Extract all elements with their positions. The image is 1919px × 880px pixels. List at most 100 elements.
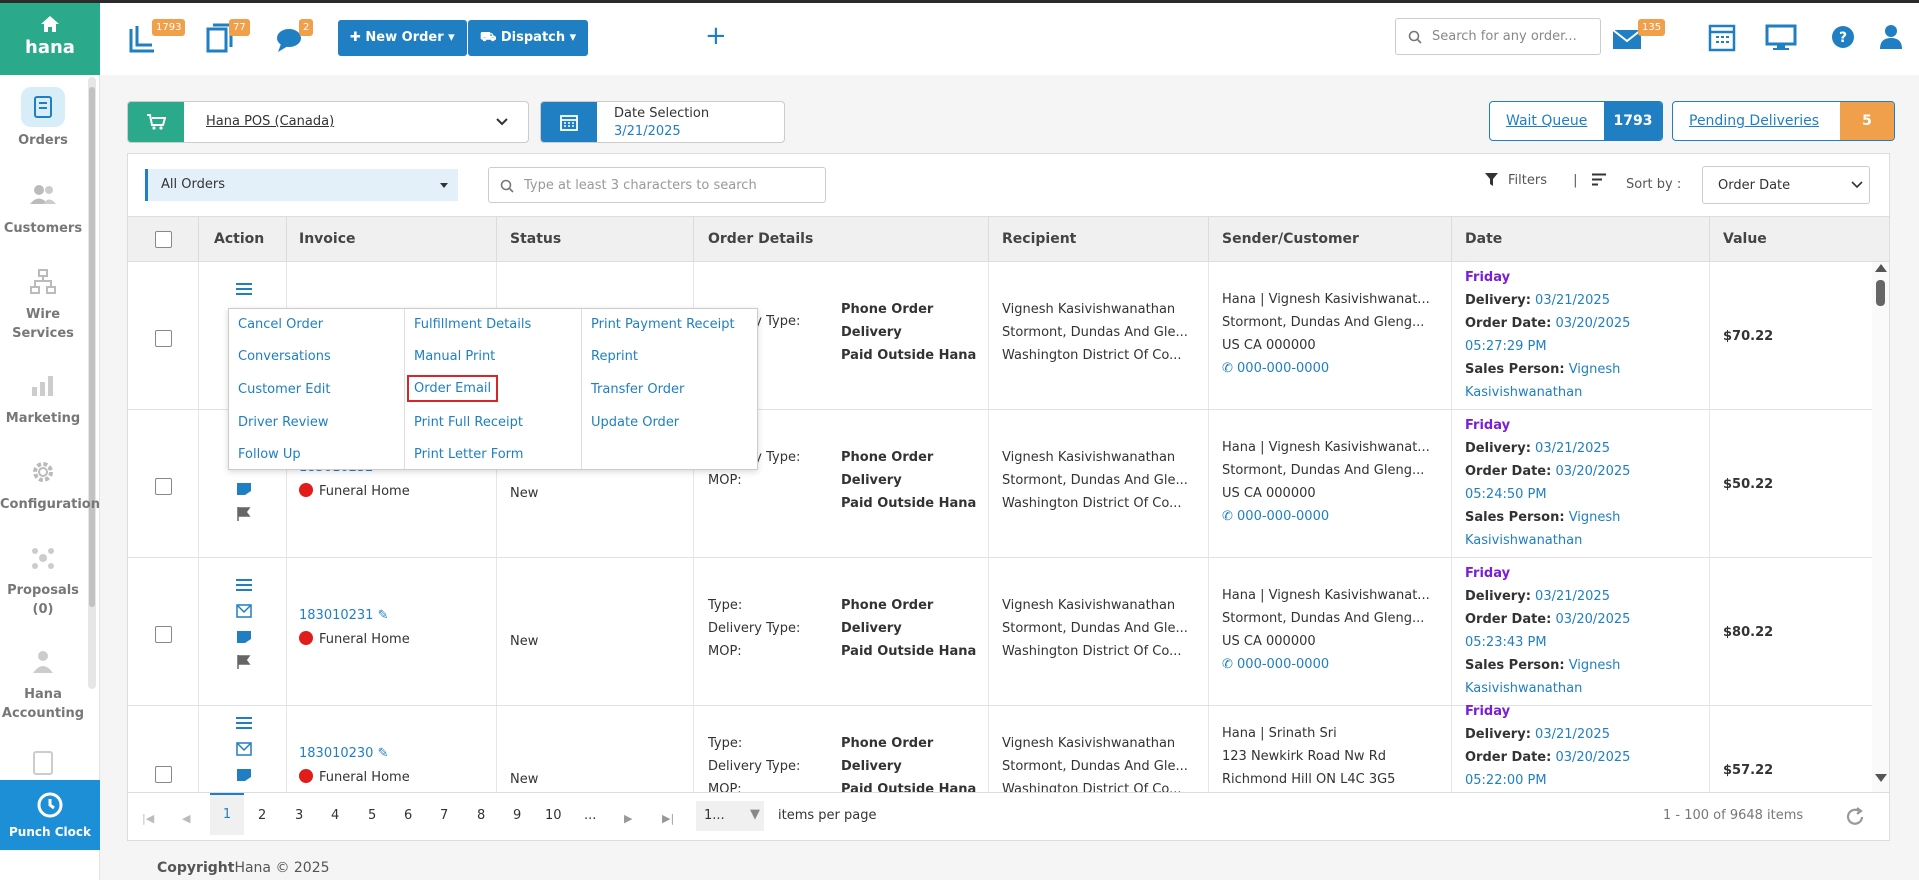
menu-customer-edit[interactable]: Customer Edit <box>238 382 330 397</box>
sender-phone[interactable]: ✆ 000-000-0000 <box>1222 505 1430 528</box>
page-8[interactable]: 8 <box>477 808 485 823</box>
menu-manual-print[interactable]: Manual Print <box>414 349 495 364</box>
order-search-input[interactable]: Search for any order... <box>1395 18 1601 55</box>
select-all-checkbox[interactable] <box>155 231 172 248</box>
row-checkbox[interactable] <box>155 626 172 643</box>
menu-icon[interactable] <box>236 716 252 730</box>
help-icon[interactable]: ? <box>1829 21 1863 57</box>
scroll-down-icon[interactable] <box>1875 774 1887 782</box>
flag-icon[interactable] <box>236 507 252 521</box>
sidebar-item-wire-services[interactable]: Wire Services <box>0 261 86 343</box>
sidebar-item-marketing[interactable]: Marketing <box>0 365 86 428</box>
sidebar-item-customers[interactable]: Customers <box>0 175 86 238</box>
note-icon[interactable] <box>236 482 252 496</box>
pending-deliveries-button[interactable]: Pending Deliveries 5 <box>1672 101 1895 141</box>
page-more[interactable]: ... <box>584 808 596 823</box>
wait-queue-button[interactable]: Wait Queue 1793 <box>1489 101 1663 141</box>
menu-cancel-order[interactable]: Cancel Order <box>238 317 323 332</box>
menu-order-email[interactable]: Order Email <box>407 375 499 402</box>
sidebar-item-orders[interactable]: Orders <box>0 87 86 150</box>
page-7[interactable]: 7 <box>440 808 448 823</box>
page-1[interactable]: 1 <box>210 793 244 835</box>
orders-stack-icon[interactable]: 77 <box>205 19 250 57</box>
last-page-icon[interactable]: ▶| <box>662 812 674 825</box>
page-2[interactable]: 2 <box>258 808 266 823</box>
punch-clock-button[interactable]: Punch Clock <box>0 780 100 850</box>
add-icon[interactable]: + <box>705 21 727 51</box>
hana-logo[interactable]: hana <box>0 3 100 75</box>
sidebar-item-accounting[interactable]: Hana Accounting <box>0 641 86 723</box>
column-recipient[interactable]: Recipient <box>1002 231 1076 247</box>
dispatch-button[interactable]: ⛟ Dispatch ▾ <box>468 20 589 56</box>
menu-follow-up[interactable]: Follow Up <box>238 447 301 462</box>
column-invoice[interactable]: Invoice <box>299 231 356 247</box>
invoice-link[interactable]: 183010230 ✎ <box>299 746 389 761</box>
menu-icon[interactable] <box>236 282 252 296</box>
column-action[interactable]: Action <box>214 231 264 247</box>
column-sender[interactable]: Sender/Customer <box>1222 231 1359 247</box>
menu-reprint[interactable]: Reprint <box>591 349 638 364</box>
date-selector[interactable]: Date Selection 3/21/2025 <box>540 101 785 143</box>
new-order-button[interactable]: ✚ New Order ▾ <box>338 20 467 56</box>
monitor-icon[interactable] <box>1765 21 1799 57</box>
table-row[interactable]: 183010230 ✎ Funeral Home New Type: Deliv… <box>128 704 1872 792</box>
page-9[interactable]: 9 <box>513 808 521 823</box>
menu-print-full-receipt[interactable]: Print Full Receipt <box>414 415 523 430</box>
scroll-thumb[interactable] <box>1876 280 1885 306</box>
table-row[interactable]: 183010231 ✎ Funeral Home New Type: Deliv… <box>128 558 1872 706</box>
menu-driver-review[interactable]: Driver Review <box>238 415 329 430</box>
menu-conversations[interactable]: Conversations <box>238 349 331 364</box>
calendar-icon[interactable] <box>1708 21 1742 57</box>
grid-scrollbar[interactable] <box>1872 262 1889 792</box>
page-4[interactable]: 4 <box>331 808 339 823</box>
menu-print-letter-form[interactable]: Print Letter Form <box>414 447 523 462</box>
filters-button[interactable]: Filters | <box>1485 173 1606 188</box>
row-checkbox[interactable] <box>155 766 172 783</box>
invoice-link[interactable]: 183010231 ✎ <box>299 608 389 623</box>
envelope-icon[interactable] <box>236 604 252 618</box>
order-time: 05:22:00 PM <box>1465 773 1547 788</box>
user-icon[interactable] <box>1878 21 1912 57</box>
menu-update-order[interactable]: Update Order <box>591 415 679 430</box>
sort-select[interactable]: Order Date <box>1702 166 1870 204</box>
column-status[interactable]: Status <box>510 231 561 247</box>
store-selector[interactable]: Hana POS (Canada) <box>127 101 529 143</box>
column-value[interactable]: Value <box>1723 231 1767 247</box>
chat-icon[interactable]: 2 <box>275 19 314 57</box>
sidebar-item-proposals[interactable]: Proposals (0) <box>0 537 86 619</box>
prev-page-icon[interactable]: ◀ <box>182 812 190 825</box>
page-6[interactable]: 6 <box>404 808 412 823</box>
next-page-icon[interactable]: ▶ <box>624 812 632 825</box>
sort-icon[interactable] <box>1591 173 1606 186</box>
order-view-select[interactable]: All Orders <box>145 169 458 201</box>
grid-search-input[interactable]: Type at least 3 characters to search <box>488 167 826 203</box>
note-icon[interactable] <box>236 768 252 782</box>
queue-icon[interactable]: 1793 <box>128 19 186 57</box>
edit-icon[interactable]: ✎ <box>378 608 389 623</box>
menu-icon[interactable] <box>236 578 252 592</box>
page-3[interactable]: 3 <box>295 808 303 823</box>
menu-print-payment-receipt[interactable]: Print Payment Receipt <box>591 317 735 332</box>
edit-icon[interactable]: ✎ <box>378 746 389 761</box>
sender-phone[interactable]: ✆ 000-000-0000 <box>1222 653 1430 676</box>
scroll-up-icon[interactable] <box>1875 264 1887 272</box>
sidebar-item-configuration[interactable]: Configuration <box>0 451 100 514</box>
sender-phone[interactable]: ✆ 000-000-0000 <box>1222 357 1430 380</box>
page-10[interactable]: 10 <box>545 808 562 823</box>
refresh-icon[interactable] <box>1844 806 1866 828</box>
menu-fulfillment-details[interactable]: Fulfillment Details <box>414 317 531 332</box>
row-checkbox[interactable] <box>155 330 172 347</box>
order-status: New <box>510 634 539 649</box>
items-per-page-select[interactable]: 1... ▼ <box>696 801 764 831</box>
column-order-details[interactable]: Order Details <box>708 231 813 247</box>
envelope-icon[interactable] <box>236 742 252 756</box>
first-page-icon[interactable]: |◀ <box>142 812 154 825</box>
note-icon[interactable] <box>236 630 252 644</box>
row-checkbox[interactable] <box>155 478 172 495</box>
menu-transfer-order[interactable]: Transfer Order <box>591 382 684 397</box>
page-5[interactable]: 5 <box>368 808 376 823</box>
flag-icon[interactable] <box>236 655 252 669</box>
sidebar-scrollbar[interactable] <box>88 77 96 689</box>
mail-icon[interactable]: 135 <box>1612 19 1666 57</box>
column-date[interactable]: Date <box>1465 231 1502 247</box>
